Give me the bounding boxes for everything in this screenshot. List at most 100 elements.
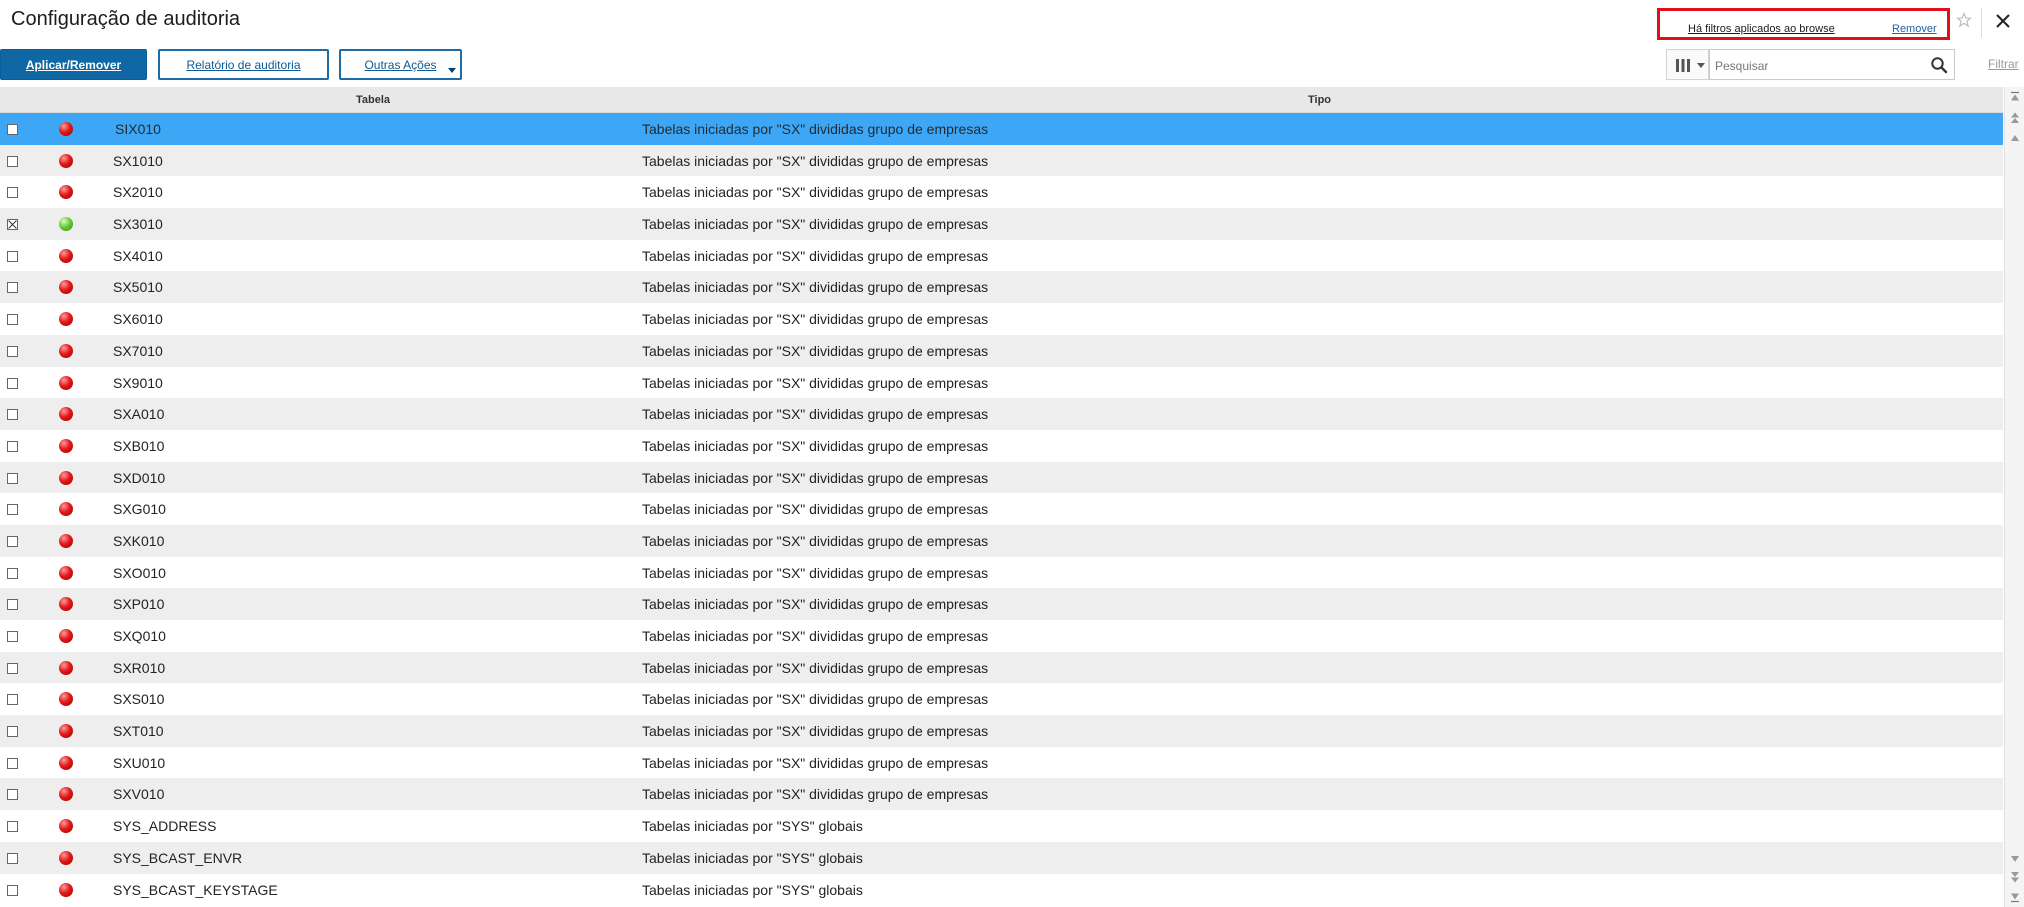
row-checkbox[interactable] [7,187,18,199]
row-checkbox[interactable] [7,472,18,484]
row-checkbox[interactable] [7,535,18,547]
cell-tipo: Tabelas iniciadas por "SYS" globais [642,849,863,866]
scroll-page-up-icon[interactable] [2008,111,2022,125]
table-row[interactable]: SXO010 Tabelas iniciadas por "SX" dividid… [0,556,2003,589]
cell-tabela: SXO010 [113,564,166,581]
table-row[interactable]: SX6010 Tabelas iniciadas por "SX" dividid… [0,303,2003,335]
row-checkbox[interactable] [7,409,18,421]
scroll-up-icon[interactable] [2008,131,2022,145]
row-checkbox[interactable] [7,757,18,769]
row-checkbox[interactable] [7,124,18,135]
cell-tipo: Tabelas iniciadas por "SX" divididas gru… [642,501,989,518]
cell-tabela: SX7010 [113,342,163,359]
row-checkbox[interactable] [7,884,18,896]
row-checkbox[interactable] [7,789,18,801]
table-row[interactable]: SX9010 Tabelas iniciadas por "SX" dividid… [0,366,2003,399]
cell-tipo: Tabelas iniciadas por "SX" divididas gru… [642,691,989,708]
row-checkbox[interactable] [7,282,18,294]
table-row[interactable]: SX2010 Tabelas iniciadas por "SX" dividid… [0,176,2003,209]
row-checkbox[interactable] [7,504,18,516]
cell-tabela: SYS_ADDRESS [113,818,217,835]
cell-tabela: SXV010 [113,786,165,803]
status-red-icon [59,629,73,643]
cell-tipo: Tabelas iniciadas por "SX" divididas gru… [642,121,989,137]
row-checkbox[interactable] [7,155,18,167]
table-row[interactable]: SXV010 Tabelas iniciadas por "SX" dividid… [0,778,2003,811]
row-checkbox[interactable] [7,599,18,611]
header-divider [1981,8,1982,38]
status-red-icon [59,407,73,422]
table-row[interactable]: SYS_BCAST_ENVR Tabelas iniciadas por "SYS… [0,841,2003,874]
row-checkbox[interactable] [7,694,18,706]
remove-filter-link[interactable]: Remover [1892,23,1937,35]
cell-tabela: SX4010 [113,247,163,264]
cell-tabela: SXS010 [113,691,165,708]
row-checkbox[interactable] [7,567,18,579]
table-row[interactable]: SXP010 Tabelas iniciadas por "SX" dividid… [0,588,2003,620]
row-checkbox[interactable] [7,377,18,389]
filter-link[interactable]: Filtrar [1988,57,2019,71]
table-row[interactable]: SXU010 Tabelas iniciadas por "SX" dividid… [0,746,2003,779]
search-icon[interactable] [1930,56,1948,74]
scroll-top-icon[interactable] [2008,90,2022,104]
table-row[interactable]: SXR010 Tabelas iniciadas por "SX" dividid… [0,651,2003,684]
table-row[interactable]: SX1010 Tabelas iniciadas por "SX" dividid… [0,144,2003,177]
filter-notice-message[interactable]: Há filtros aplicados ao browse [1688,23,1835,35]
row-checkbox[interactable] [7,440,18,452]
status-red-icon [59,153,73,168]
cell-tabela: SXB010 [113,437,165,454]
scroll-bottom-icon[interactable] [2008,890,2022,904]
table-row[interactable]: SX4010 Tabelas iniciadas por "SX" dividid… [0,239,2003,272]
table-row[interactable]: SIX010 Tabelas iniciadas por "SX" dividid… [0,113,2003,145]
more-actions-button[interactable]: Outras Ações [339,49,462,80]
chevron-down-icon [448,68,456,73]
row-checkbox[interactable] [7,345,18,357]
table-row[interactable]: SX3010 Tabelas iniciadas por "SX" dividid… [0,208,2003,240]
vertical-scrollbar[interactable] [2004,87,2024,907]
row-checkbox[interactable] [7,631,18,642]
columns-toggle-button[interactable] [1666,49,1709,80]
table-row[interactable]: SXB010 Tabelas iniciadas por "SX" dividid… [0,429,2003,462]
cell-tabela: SX5010 [113,279,163,296]
table-row[interactable]: SYS_ADDRESS Tabelas iniciadas por "SYS" g… [0,810,2003,842]
status-red-icon [59,470,73,485]
table-row[interactable]: SXT010 Tabelas iniciadas por "SX" dividid… [0,715,2003,747]
cell-tabela: SX6010 [113,311,163,328]
table-header: Tabela Tipo [0,87,2003,113]
table-row[interactable]: SYS_BCAST_KEYSTAGE Tabelas iniciadas por … [0,873,2003,906]
table-row[interactable]: SX7010 Tabelas iniciadas por "SX" dividid… [0,334,2003,367]
row-checkbox[interactable] [7,314,18,326]
cell-tipo: Tabelas iniciadas por "SX" divididas gru… [642,311,989,328]
row-checkbox[interactable] [7,852,18,864]
table-row[interactable]: SXG010 Tabelas iniciadas por "SX" dividid… [0,493,2003,525]
search-box [1709,49,1955,80]
row-checkbox[interactable] [7,821,18,833]
column-header-tabela[interactable]: Tabela [356,94,390,106]
cell-tabela: SX9010 [113,374,163,391]
cell-tipo: Tabelas iniciadas por "SX" divididas gru… [642,564,989,581]
table-row[interactable]: SXA010 Tabelas iniciadas por "SX" dividid… [0,398,2003,430]
table-row[interactable]: SXD010 Tabelas iniciadas por "SX" dividid… [0,461,2003,494]
table-row[interactable]: SXK010 Tabelas iniciadas por "SX" dividid… [0,524,2003,557]
close-icon[interactable] [1993,11,2013,31]
column-header-tipo[interactable]: Tipo [1308,94,1331,106]
cell-tipo: Tabelas iniciadas por "SX" divididas gru… [642,723,989,740]
table-row[interactable]: SXS010 Tabelas iniciadas por "SX" dividid… [0,683,2003,716]
apply-remove-button[interactable]: Aplicar/Remover [0,49,147,80]
star-icon[interactable] [1956,12,1972,28]
status-red-icon [59,597,73,612]
row-checkbox[interactable] [7,250,18,262]
cell-tipo: Tabelas iniciadas por "SX" divididas gru… [642,374,989,391]
row-checkbox[interactable] [7,662,18,674]
table-row[interactable]: SX5010 Tabelas iniciadas por "SX" dividid… [0,271,2003,304]
audit-report-button[interactable]: Relatório de auditoria [158,49,329,80]
status-red-icon [59,122,73,136]
scroll-page-down-icon[interactable] [2008,870,2022,884]
row-checkbox[interactable] [7,219,18,231]
status-red-icon [59,248,73,263]
table-row[interactable]: SXQ010 Tabelas iniciadas por "SX" dividid… [0,620,2003,652]
scroll-down-icon[interactable] [2008,852,2022,866]
row-checkbox[interactable] [7,726,18,738]
search-input[interactable] [1713,55,1922,76]
audit-table: Tabela Tipo SIX010 Tabelas iniciadas por … [0,87,2003,906]
